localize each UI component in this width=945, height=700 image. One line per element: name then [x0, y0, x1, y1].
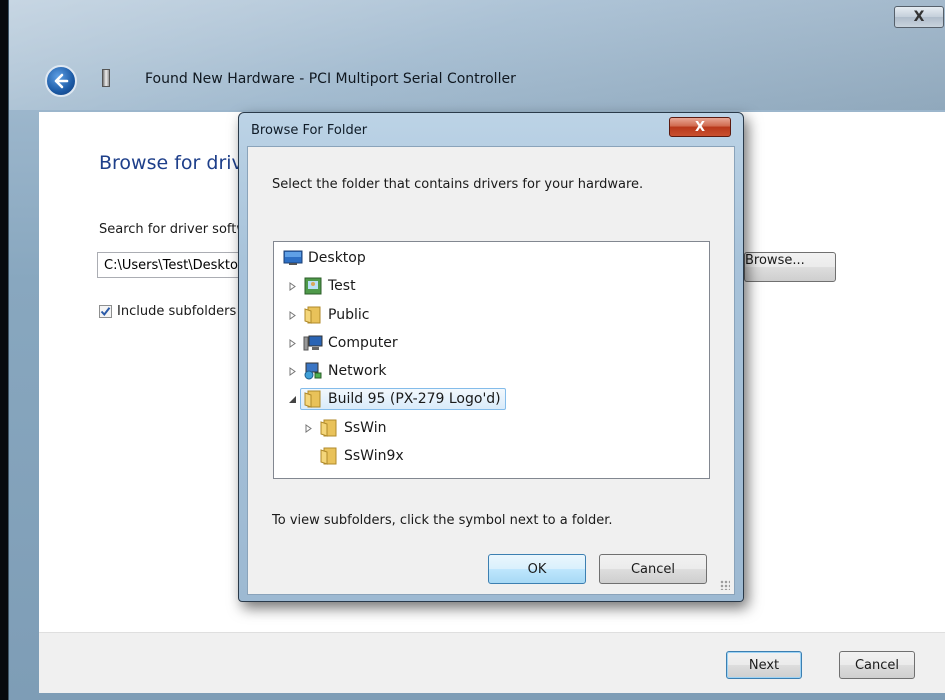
- folder-icon: [319, 419, 339, 437]
- expand-arrow-icon[interactable]: [287, 338, 297, 348]
- dialog-hint: To view subfolders, click the symbol nex…: [272, 513, 613, 528]
- dialog-title: Browse For Folder: [251, 123, 368, 138]
- tree-item-computer[interactable]: Computer: [287, 331, 403, 355]
- hardware-device-icon: [102, 69, 110, 87]
- include-subfolders-label: Include subfolders: [117, 304, 237, 319]
- tree-item-build-95[interactable]: Build 95 (PX-279 Logo'd): [287, 387, 506, 411]
- folder-icon: [319, 447, 339, 465]
- browse-button-label: Browse...: [745, 253, 805, 268]
- user-folder-icon: [303, 277, 323, 295]
- tree-item-public[interactable]: Public: [287, 303, 374, 327]
- tree-item-label: Build 95 (PX-279 Logo'd): [328, 391, 501, 407]
- resize-grip[interactable]: [720, 580, 730, 590]
- dialog-body: Select the folder that contains drivers …: [247, 146, 735, 595]
- tree-item-label: SsWin9x: [344, 448, 404, 464]
- browse-for-folder-dialog: Browse For Folder X Select the folder th…: [238, 112, 744, 602]
- dialog-cancel-label: Cancel: [630, 561, 676, 577]
- next-button-label: Next: [748, 657, 780, 673]
- tree-item-label: SsWin: [344, 420, 387, 436]
- expand-arrow-icon[interactable]: [287, 366, 297, 376]
- wizard-cancel-label: Cancel: [854, 657, 900, 673]
- tree-item-label: Desktop: [308, 250, 366, 266]
- desktop-icon: [283, 249, 303, 267]
- tree-item-network[interactable]: Network: [287, 359, 391, 383]
- include-subfolders-option[interactable]: Include subfolders: [99, 304, 236, 319]
- tree-item-test[interactable]: Test: [287, 274, 361, 298]
- expand-arrow-icon[interactable]: [287, 281, 297, 291]
- dialog-cancel-button[interactable]: Cancel: [599, 554, 707, 584]
- folder-tree[interactable]: Desktop Test Public Computer Network Bui…: [273, 241, 710, 479]
- tree-item-sswin[interactable]: SsWin: [303, 416, 391, 440]
- computer-icon: [303, 334, 323, 352]
- window-title: Found New Hardware - PCI Multiport Seria…: [145, 71, 516, 87]
- tree-item-label: Test: [328, 278, 356, 294]
- tree-item-label: Network: [328, 363, 387, 379]
- collapse-arrow-icon[interactable]: [287, 394, 297, 404]
- include-subfolders-checkbox[interactable]: [99, 305, 112, 318]
- browse-button[interactable]: Browse...: [744, 252, 836, 282]
- tree-item-label: Computer: [328, 335, 398, 351]
- checkmark-icon: [100, 307, 111, 317]
- dialog-instruction: Select the folder that contains drivers …: [272, 177, 644, 192]
- expand-arrow-icon[interactable]: [303, 423, 313, 433]
- back-button[interactable]: [45, 65, 77, 97]
- tree-item-label: Public: [328, 307, 370, 323]
- dialog-close-button[interactable]: X: [669, 117, 731, 137]
- ok-button-label: OK: [527, 561, 547, 577]
- network-icon: [303, 362, 323, 380]
- folder-icon: [303, 306, 323, 324]
- wizard-cancel-button[interactable]: Cancel: [839, 651, 915, 679]
- close-icon: X: [913, 9, 925, 25]
- wizard-close-button[interactable]: X: [894, 6, 944, 28]
- folder-icon: [303, 390, 323, 408]
- ok-button[interactable]: OK: [488, 554, 586, 584]
- tree-item-sswin9x[interactable]: SsWin9x: [316, 444, 409, 468]
- wizard-footer: Next Cancel: [39, 632, 945, 693]
- back-arrow-icon: [54, 73, 69, 89]
- tree-item-desktop[interactable]: Desktop: [280, 246, 371, 270]
- close-icon: X: [694, 119, 706, 135]
- next-button[interactable]: Next: [726, 651, 802, 679]
- expand-arrow-icon[interactable]: [287, 310, 297, 320]
